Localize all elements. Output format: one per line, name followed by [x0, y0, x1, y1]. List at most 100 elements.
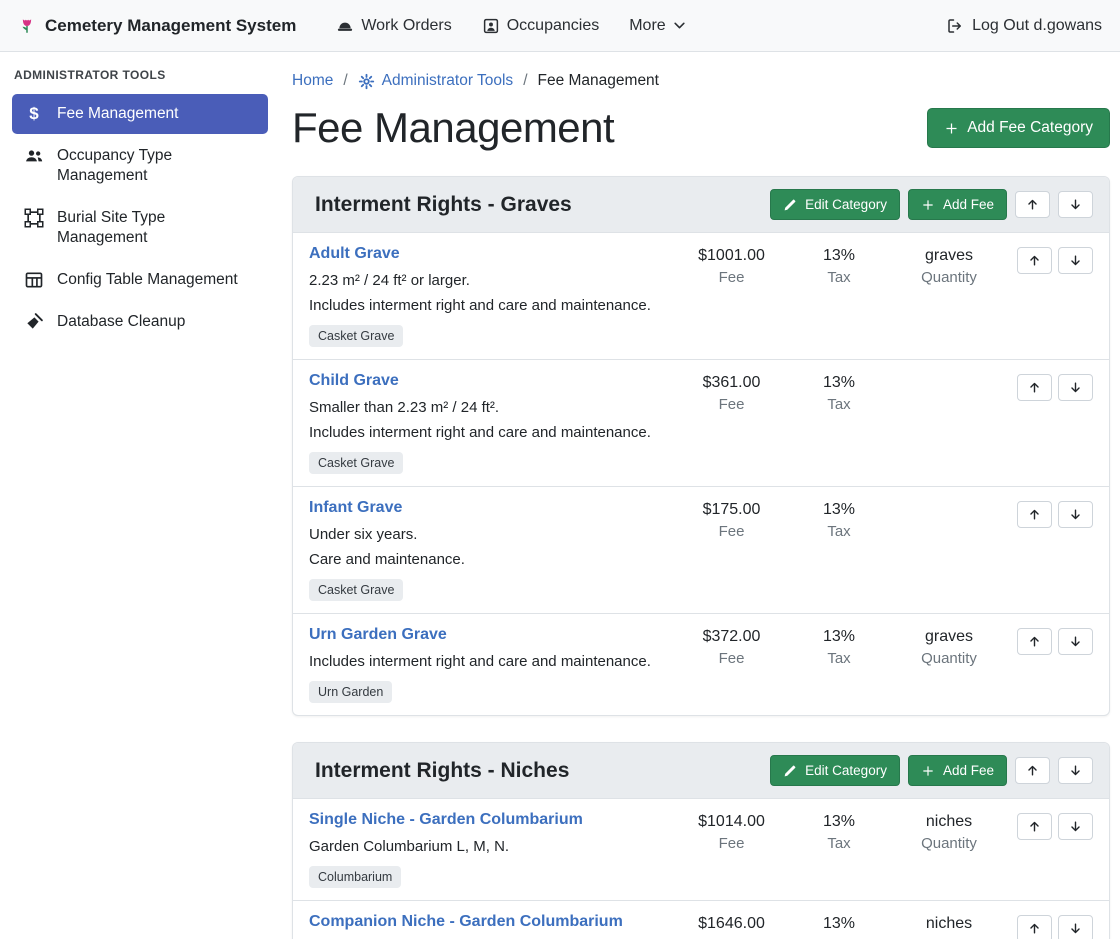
move-category-up-button[interactable] — [1015, 191, 1050, 218]
fee-descriptions: Under six years.Care and maintenance. — [309, 524, 664, 571]
fee-tag: Columbarium — [309, 866, 401, 888]
fee-amount: $1646.00 — [674, 915, 789, 933]
fee-quantity-column: graves Quantity — [889, 626, 1009, 667]
sidebar-item-burial-site-type-management[interactable]: Burial Site Type Management — [12, 198, 268, 258]
vector-square-icon — [24, 208, 44, 228]
page-title: Fee Management — [292, 104, 614, 152]
move-fee-down-button[interactable] — [1058, 813, 1093, 840]
move-fee-down-button[interactable] — [1058, 501, 1093, 528]
arrow-down-icon — [1069, 198, 1082, 211]
fee-amount-column: $372.00 Fee — [674, 626, 789, 667]
dollar-icon: $ — [24, 104, 44, 124]
fee-row-actions — [1009, 499, 1093, 528]
plus-icon — [944, 121, 959, 136]
breadcrumb-separator: / — [343, 72, 347, 90]
fee-tax-column: 13% Tax — [789, 811, 889, 852]
fee-name-link[interactable]: Companion Niche - Garden Columbarium — [309, 913, 623, 931]
fee-row-actions — [1009, 245, 1093, 274]
move-fee-down-button[interactable] — [1058, 374, 1093, 401]
category-title: Interment Rights - Graves — [315, 193, 572, 217]
breadcrumb-label: Home — [292, 72, 333, 90]
top-navbar: Cemetery Management System Work Orders O… — [0, 0, 1120, 52]
fee-quantity: graves — [889, 628, 1009, 646]
fee-info: Adult Grave 2.23 m² / 24 ft² or larger.I… — [309, 245, 674, 347]
sidebar-header: ADMINISTRATOR TOOLS — [14, 68, 266, 82]
gear-icon — [358, 73, 375, 90]
add-fee-category-label: Add Fee Category — [967, 119, 1093, 137]
move-fee-down-button[interactable] — [1058, 915, 1093, 939]
move-fee-up-button[interactable] — [1017, 915, 1052, 939]
fee-amount-label: Fee — [674, 650, 789, 667]
nav-item-more[interactable]: More — [629, 17, 685, 35]
move-category-up-button[interactable] — [1015, 757, 1050, 784]
fee-amount-column: $1014.00 Fee — [674, 811, 789, 852]
arrow-down-icon — [1069, 635, 1082, 648]
page-header: Fee Management Add Fee Category — [292, 104, 1110, 152]
fee-row-actions — [1009, 372, 1093, 401]
nav-item-work-orders[interactable]: Work Orders — [336, 17, 451, 35]
sidebar-item-occupancy-type-management[interactable]: Occupancy Type Management — [12, 136, 268, 196]
fee-quantity: graves — [889, 247, 1009, 265]
fee-name-link[interactable]: Infant Grave — [309, 499, 402, 517]
logout-button[interactable]: Log Out d.gowans — [946, 17, 1102, 35]
edit-category-label: Edit Category — [805, 197, 887, 212]
sidebar: ADMINISTRATOR TOOLS $ Fee Management Occ… — [0, 52, 280, 939]
sidebar-item-label: Burial Site Type Management — [57, 208, 256, 248]
users-icon — [24, 146, 44, 166]
add-fee-button[interactable]: Add Fee — [908, 189, 1007, 220]
arrow-up-icon — [1028, 508, 1041, 521]
fee-tax: 13% — [789, 628, 889, 646]
add-fee-category-button[interactable]: Add Fee Category — [927, 108, 1110, 148]
arrow-down-icon — [1069, 764, 1082, 777]
fee-tax: 13% — [789, 247, 889, 265]
move-fee-up-button[interactable] — [1017, 813, 1052, 840]
move-fee-up-button[interactable] — [1017, 628, 1052, 655]
arrow-down-icon — [1069, 381, 1082, 394]
sidebar-item-config-table-management[interactable]: Config Table Management — [12, 260, 268, 300]
fee-row-actions — [1009, 626, 1093, 655]
arrow-up-icon — [1028, 820, 1041, 833]
fee-category-card: Interment Rights - Niches Edit Category … — [292, 742, 1110, 939]
fee-descriptions: Garden Columbarium L, M, N. — [309, 836, 664, 858]
move-fee-down-button[interactable] — [1058, 628, 1093, 655]
move-category-down-button[interactable] — [1058, 757, 1093, 784]
nav-item-occupancies[interactable]: Occupancies — [482, 17, 600, 35]
sidebar-item-label: Database Cleanup — [57, 312, 185, 332]
fee-tax-label: Tax — [789, 650, 889, 667]
edit-category-button[interactable]: Edit Category — [770, 189, 900, 220]
fee-tax-column: 13% Tax — [789, 913, 889, 939]
fee-name-link[interactable]: Child Grave — [309, 372, 399, 390]
fee-list: Adult Grave 2.23 m² / 24 ft² or larger.I… — [293, 233, 1109, 715]
fee-name-link[interactable]: Adult Grave — [309, 245, 400, 263]
sidebar-item-label: Fee Management — [57, 104, 179, 124]
breadcrumb-home-link[interactable]: Home — [292, 72, 333, 90]
move-fee-up-button[interactable] — [1017, 374, 1052, 401]
breadcrumb-admin-tools-link[interactable]: Administrator Tools — [358, 72, 514, 90]
edit-category-button[interactable]: Edit Category — [770, 755, 900, 786]
move-fee-down-button[interactable] — [1058, 247, 1093, 274]
pencil-icon — [783, 198, 797, 212]
category-actions: Edit Category Add Fee — [770, 755, 1093, 786]
move-fee-up-button[interactable] — [1017, 501, 1052, 528]
fee-name-link[interactable]: Single Niche - Garden Columbarium — [309, 811, 583, 829]
fee-amount-column: $361.00 Fee — [674, 372, 789, 413]
fee-name-link[interactable]: Urn Garden Grave — [309, 626, 447, 644]
occupancy-icon — [482, 17, 500, 35]
fee-quantity-column: graves Quantity — [889, 245, 1009, 286]
sidebar-item-database-cleanup[interactable]: Database Cleanup — [12, 302, 268, 342]
main-content: Home / Administrator Tools / Fee Managem… — [280, 52, 1120, 939]
add-fee-button[interactable]: Add Fee — [908, 755, 1007, 786]
app-brand[interactable]: Cemetery Management System — [18, 16, 296, 36]
move-category-down-button[interactable] — [1058, 191, 1093, 218]
nav-label: More — [629, 17, 665, 35]
fee-tag: Casket Grave — [309, 579, 403, 601]
arrow-up-icon — [1026, 198, 1039, 211]
fee-tax-label: Tax — [789, 835, 889, 852]
fee-row: Adult Grave 2.23 m² / 24 ft² or larger.I… — [293, 233, 1109, 359]
sidebar-item-fee-management[interactable]: $ Fee Management — [12, 94, 268, 134]
fee-tax-label: Tax — [789, 269, 889, 286]
fee-info: Child Grave Smaller than 2.23 m² / 24 ft… — [309, 372, 674, 474]
fee-amount: $372.00 — [674, 628, 789, 646]
arrow-up-icon — [1028, 922, 1041, 935]
move-fee-up-button[interactable] — [1017, 247, 1052, 274]
